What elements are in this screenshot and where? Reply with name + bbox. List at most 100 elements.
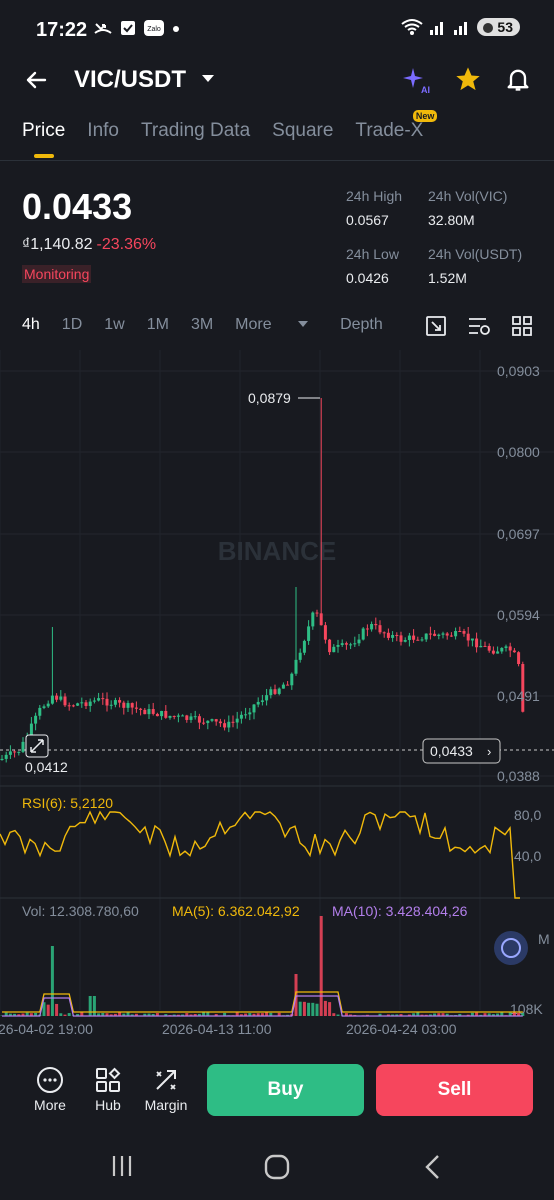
candle-body (76, 703, 80, 706)
grid-layout-icon[interactable] (512, 316, 532, 336)
volume-label: Vol: 12.308.780,60 (22, 903, 139, 919)
candle-body (92, 700, 96, 702)
candle-body (147, 709, 151, 715)
hub-icon (96, 1067, 121, 1092)
candle-body (206, 720, 210, 724)
pair-header: VIC/USDT AI (0, 60, 554, 100)
tab-info[interactable]: Info (87, 120, 119, 142)
back-arrow-icon[interactable] (24, 68, 48, 92)
status-bar: 17:22 Zalo 53 (0, 0, 554, 60)
candle-body (479, 645, 483, 648)
stat-label: 24h High (346, 188, 403, 204)
sell-button[interactable]: Sell (376, 1064, 533, 1116)
more-label: More (235, 316, 272, 333)
candle-body (395, 634, 399, 636)
depth-tab[interactable]: Depth (340, 316, 383, 334)
chevron-down-icon[interactable] (201, 74, 215, 84)
recents-icon[interactable] (110, 1154, 134, 1178)
stat-label: 24h Vol(VIC) (428, 188, 508, 204)
signal-2-icon (454, 22, 468, 35)
candle-body (197, 716, 201, 723)
volume-bar (298, 1001, 302, 1016)
star-icon[interactable] (454, 65, 482, 93)
volume-bar (328, 1002, 332, 1016)
tab-square[interactable]: Square (272, 120, 333, 142)
rsi-tick-80: 80,0 (514, 807, 541, 823)
candle-body (500, 647, 504, 652)
candle-body (517, 652, 521, 665)
bell-icon[interactable] (504, 65, 532, 93)
candle-body (361, 628, 365, 640)
y-tick-label: 0,0697 (497, 526, 540, 542)
candle-body (365, 628, 369, 630)
candle-body (105, 698, 109, 706)
candle-body (185, 715, 189, 720)
candle-body (370, 624, 374, 630)
margin-action-label: Margin (144, 1097, 188, 1113)
candle-body (273, 689, 277, 694)
candle-body (445, 633, 449, 636)
candle-body (399, 635, 403, 642)
candle-body (336, 645, 340, 647)
candle-body (193, 716, 197, 718)
y-axis-labels: 0,0903 0,0800 0,0697 0,0594 0,0491 0,0388 (497, 363, 540, 784)
volume-bar (323, 1000, 327, 1016)
candle-body (466, 633, 470, 641)
ma10-label: MA(10): 3.428.404,26 (332, 903, 468, 919)
more-action[interactable]: More (30, 1066, 70, 1113)
current-price-label: 0,0433 (430, 743, 473, 759)
home-icon[interactable] (264, 1154, 290, 1180)
candle-body (391, 634, 395, 638)
candle-body (252, 704, 256, 713)
timeframe-bar: 4h 1D 1w 1M 3M More Depth (22, 316, 405, 334)
candle-body (496, 651, 500, 654)
timeframe-1m[interactable]: 1M (147, 316, 169, 334)
ai-sparkle-icon[interactable]: AI (403, 66, 431, 94)
expand-icon[interactable] (426, 316, 446, 336)
monitoring-tag[interactable]: Monitoring (22, 265, 92, 283)
candle-body (155, 713, 159, 717)
volume-bars (0, 916, 525, 1016)
candle-body (29, 723, 33, 737)
candle-body (420, 639, 424, 641)
timeframe-more[interactable]: More (235, 316, 309, 334)
candle-body (143, 709, 147, 715)
chevron-right-icon: › (487, 744, 491, 759)
timeframe-1d[interactable]: 1D (62, 316, 82, 334)
notification-icons: Zalo (94, 20, 180, 36)
candle-body (97, 698, 101, 701)
candle-body (113, 700, 117, 705)
stat-value: 0.0426 (346, 270, 389, 286)
candle-body (202, 722, 206, 724)
candle-body (248, 712, 252, 715)
svg-text:AI: AI (421, 85, 430, 94)
min-price-label: 0,0412 (25, 759, 68, 775)
back-icon[interactable] (422, 1154, 444, 1180)
assistant-bubble[interactable] (494, 931, 528, 965)
volume-bar (50, 946, 54, 1016)
timeframe-3m[interactable]: 3M (191, 316, 213, 334)
candle-body (412, 635, 416, 640)
tab-price[interactable]: Price (22, 120, 65, 158)
volume-bar (332, 1013, 336, 1016)
last-price: 0.0433 (22, 186, 133, 227)
caret-down-icon (298, 321, 309, 327)
tab-trade-x[interactable]: Trade-X New (355, 110, 438, 142)
stat-value: 1.52M (428, 270, 467, 286)
candle-body (189, 716, 193, 720)
timeframe-1w[interactable]: 1w (104, 316, 124, 334)
candle-body (269, 689, 273, 696)
chart-tools (426, 316, 532, 336)
timeframe-4h[interactable]: 4h (22, 316, 40, 334)
buy-button[interactable]: Buy (207, 1064, 364, 1116)
margin-action[interactable]: Margin (142, 1066, 190, 1113)
candle-body (349, 644, 353, 646)
tab-trading-data[interactable]: Trading Data (141, 120, 250, 142)
candle-body (340, 643, 344, 646)
candle-body (126, 703, 130, 708)
indicator-settings-icon[interactable] (468, 316, 490, 336)
hub-action[interactable]: Hub (90, 1066, 126, 1113)
volume-bar (319, 916, 323, 1016)
price-chart[interactable]: BINANCE 0,09030,08000,06970,05940,04910,… (0, 350, 554, 1040)
pair-title[interactable]: VIC/USDT (74, 66, 186, 94)
